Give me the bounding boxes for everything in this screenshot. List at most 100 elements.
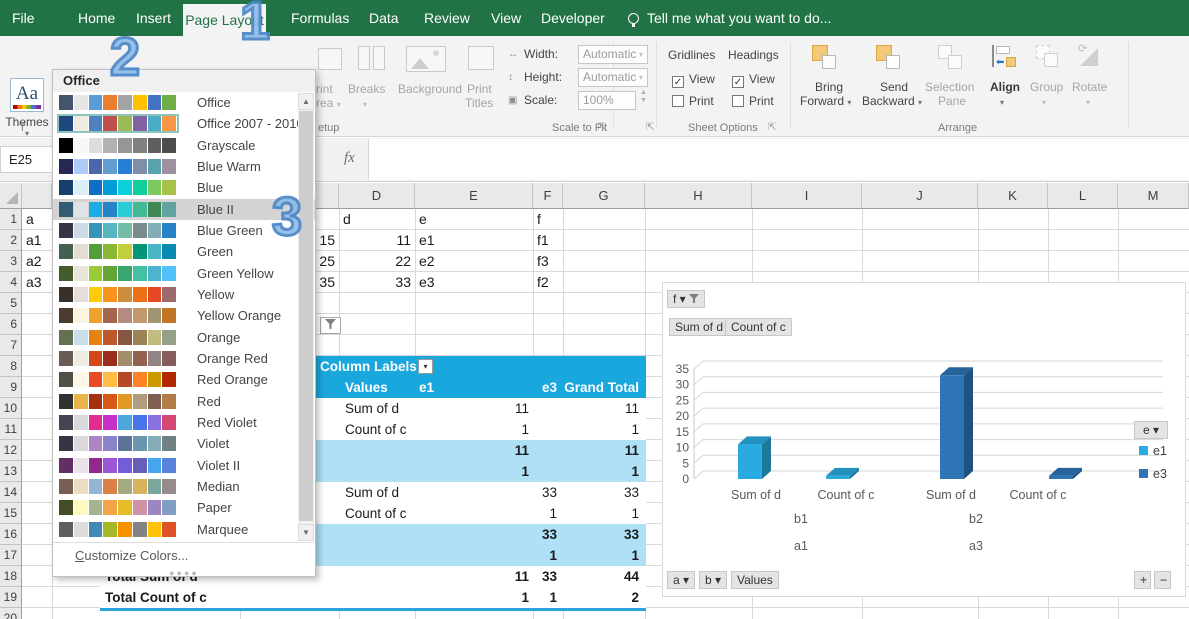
- menu-item-yellow-orange[interactable]: Yellow Orange: [53, 305, 315, 326]
- fx-icon[interactable]: fx: [344, 150, 355, 167]
- menu-item-office[interactable]: Office: [53, 92, 315, 113]
- tab-file[interactable]: File: [12, 0, 35, 36]
- grid-cell-F2[interactable]: f1: [533, 230, 563, 251]
- grid-cell-D4[interactable]: 33: [339, 272, 415, 293]
- row-header-10[interactable]: 10: [0, 398, 22, 419]
- print-titles-button[interactable]: Print: [467, 82, 492, 96]
- scale-width-select[interactable]: Automatic▾: [578, 45, 648, 64]
- row-header-16[interactable]: 16: [0, 524, 22, 545]
- menu-item-violet-ii[interactable]: Violet II: [53, 455, 315, 476]
- grid-cell-D3[interactable]: 22: [339, 251, 415, 272]
- column-header-0[interactable]: [22, 183, 52, 209]
- chart-zoom-out-button[interactable]: −: [1154, 571, 1171, 589]
- headings-view-checkbox[interactable]: ✓View: [732, 72, 775, 88]
- grid-cell-D1[interactable]: d: [339, 209, 415, 230]
- column-header-F[interactable]: F: [533, 183, 563, 209]
- menu-item-red-orange[interactable]: Red Orange: [53, 369, 315, 390]
- grid-cell-A2[interactable]: a1: [22, 230, 52, 251]
- chart-legend-field-button[interactable]: e ▾: [1134, 421, 1168, 439]
- scroll-down-icon[interactable]: ▼: [298, 524, 314, 541]
- scroll-up-icon[interactable]: ▲: [298, 93, 314, 110]
- menu-item-median[interactable]: Median: [53, 476, 315, 497]
- grid-cell-D2[interactable]: 11: [339, 230, 415, 251]
- column-header-L[interactable]: L: [1048, 183, 1118, 209]
- grid-cell-F4[interactable]: f2: [533, 272, 563, 293]
- grid-cell-E2[interactable]: e1: [415, 230, 533, 251]
- menu-item-grayscale[interactable]: Grayscale: [53, 135, 315, 156]
- print-area-button[interactable]: rint: [316, 82, 333, 96]
- menu-item-green-yellow[interactable]: Green Yellow: [53, 263, 315, 284]
- grid-cell-E1[interactable]: e: [415, 209, 533, 230]
- scale-spinner[interactable]: ▲▼: [640, 89, 647, 105]
- row-header-20[interactable]: 20: [0, 608, 22, 619]
- column-header-E[interactable]: E: [415, 183, 533, 209]
- menu-scrollbar[interactable]: ▲ ▼: [298, 93, 314, 541]
- tab-data[interactable]: Data: [369, 0, 399, 36]
- row-header-14[interactable]: 14: [0, 482, 22, 503]
- menu-item-orange[interactable]: Orange: [53, 327, 315, 348]
- row-header-4[interactable]: 4: [0, 272, 22, 293]
- row-header-5[interactable]: 5: [0, 293, 22, 314]
- chart-axis-field-button-values[interactable]: Values: [731, 571, 779, 589]
- row-header-19[interactable]: 19: [0, 587, 22, 608]
- chart-field-button-sum-of-d[interactable]: Sum of d: [669, 318, 729, 336]
- headings-print-checkbox[interactable]: Print: [732, 94, 774, 108]
- row-header-8[interactable]: 8: [0, 356, 22, 377]
- tell-me-box[interactable]: Tell me what you want to do...: [628, 0, 831, 36]
- cell-filter-icon[interactable]: [320, 317, 341, 334]
- chart-axis-field-button-b[interactable]: b ▾: [699, 571, 727, 589]
- chart-filter-field-button[interactable]: f ▾: [667, 290, 705, 308]
- column-header-J[interactable]: J: [862, 183, 978, 209]
- column-header-G[interactable]: G: [563, 183, 645, 209]
- tab-view[interactable]: View: [491, 0, 521, 36]
- themes-button[interactable]: Aa Themes ▾: [5, 78, 49, 146]
- row-header-9[interactable]: 9: [0, 377, 22, 398]
- chart-zoom-in-button[interactable]: +: [1134, 571, 1151, 589]
- grid-cell-A4[interactable]: a3: [22, 272, 52, 293]
- row-header-6[interactable]: 6: [0, 314, 22, 335]
- name-box[interactable]: E25: [0, 146, 56, 173]
- column-labels-filter-button[interactable]: ▾: [418, 359, 433, 374]
- row-header-7[interactable]: 7: [0, 335, 22, 356]
- menu-item-red[interactable]: Red: [53, 391, 315, 412]
- grid-cell-F3[interactable]: f3: [533, 251, 563, 272]
- row-header-15[interactable]: 15: [0, 503, 22, 524]
- breaks-button[interactable]: Breaks: [348, 82, 385, 96]
- background-button[interactable]: Background: [398, 82, 462, 96]
- sheet-options-dialog-launcher[interactable]: ⇱: [768, 122, 776, 133]
- menu-item-yellow[interactable]: Yellow: [53, 284, 315, 305]
- row-header-2[interactable]: 2: [0, 230, 22, 251]
- menu-item-orange-red[interactable]: Orange Red: [53, 348, 315, 369]
- row-header-17[interactable]: 17: [0, 545, 22, 566]
- column-header-H[interactable]: H: [645, 183, 752, 209]
- tab-formulas[interactable]: Formulas: [291, 0, 349, 36]
- chart-axis-field-button-a[interactable]: a ▾: [667, 571, 695, 589]
- tab-review[interactable]: Review: [424, 0, 470, 36]
- row-header-12[interactable]: 12: [0, 440, 22, 461]
- column-header-K[interactable]: K: [978, 183, 1048, 209]
- column-header-D[interactable]: D: [339, 183, 415, 209]
- column-header-M[interactable]: M: [1118, 183, 1189, 209]
- menu-item-office-2007-2010[interactable]: Office 2007 - 2010: [53, 113, 315, 134]
- scale-height-select[interactable]: Automatic▾: [578, 68, 648, 87]
- grid-cell-F1[interactable]: f: [533, 209, 563, 230]
- tab-developer[interactable]: Developer: [541, 0, 605, 36]
- menu-item-blue-warm[interactable]: Blue Warm: [53, 156, 315, 177]
- row-header-1[interactable]: 1: [0, 209, 22, 230]
- gridlines-print-checkbox[interactable]: Print: [672, 94, 714, 108]
- grid-cell-A3[interactable]: a2: [22, 251, 52, 272]
- grid-cell-E3[interactable]: e2: [415, 251, 533, 272]
- select-all-corner[interactable]: [0, 183, 22, 209]
- scale-to-fit-dialog-launcher[interactable]: ⇱: [646, 122, 654, 133]
- tab-insert[interactable]: Insert: [136, 0, 171, 36]
- chart-field-button-count-of-c[interactable]: Count of c: [725, 318, 792, 336]
- menu-item-red-violet[interactable]: Red Violet: [53, 412, 315, 433]
- grid-cell-E4[interactable]: e3: [415, 272, 533, 293]
- menu-resize-grip[interactable]: ●●●●: [53, 568, 315, 578]
- formula-input[interactable]: [368, 139, 1189, 180]
- row-header-18[interactable]: 18: [0, 566, 22, 587]
- gridlines-view-checkbox[interactable]: ✓View: [672, 72, 715, 88]
- menu-item-paper[interactable]: Paper: [53, 497, 315, 518]
- scrollbar-thumb[interactable]: [299, 111, 313, 521]
- menu-item-violet[interactable]: Violet: [53, 433, 315, 454]
